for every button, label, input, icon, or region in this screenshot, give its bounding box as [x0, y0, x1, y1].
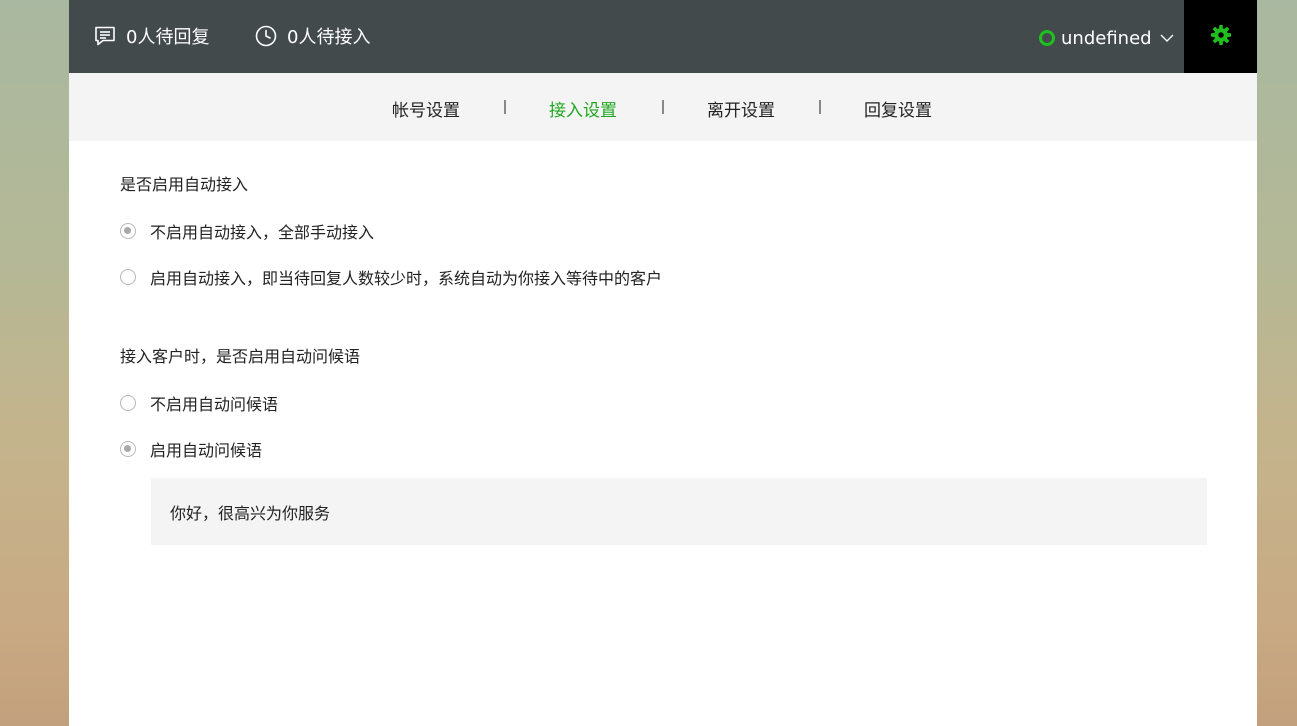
option-label: 启用自动接入，即当待回复人数较少时，系统自动为你接入等待中的客户: [150, 269, 663, 288]
settings-panel: 0人待回复 0人待接入 undefined 帐号设置 接入设置 离开设置 回复设…: [69, 0, 1257, 726]
tab-reply-settings[interactable]: 回复设置: [864, 96, 932, 121]
online-status-icon: [1039, 30, 1055, 46]
option-label: 不启用自动问候语: [150, 395, 279, 414]
radio-button[interactable]: [120, 395, 136, 411]
auto-access-option-enable[interactable]: 启用自动接入，即当待回复人数较少时，系统自动为你接入等待中的客户: [120, 265, 662, 289]
option-label: 不启用自动接入，全部手动接入: [150, 223, 375, 242]
pending-reply-label: 0人待回复: [126, 27, 210, 48]
user-menu-dropdown[interactable]: undefined: [1039, 26, 1174, 50]
tab-leave-settings[interactable]: 离开设置: [707, 96, 775, 121]
radio-button[interactable]: [120, 441, 136, 457]
tab-divider: [504, 100, 506, 114]
auto-access-option-disable[interactable]: 不启用自动接入，全部手动接入: [120, 219, 374, 243]
pending-reply-counter[interactable]: 0人待回复: [93, 24, 209, 48]
settings-button[interactable]: [1184, 0, 1257, 73]
auto-greeting-option-enable[interactable]: 启用自动问候语: [120, 437, 262, 461]
chat-message-icon: [93, 24, 117, 48]
settings-tabs: 帐号设置 接入设置 离开设置 回复设置: [69, 73, 1257, 141]
clock-icon: [254, 24, 278, 48]
option-label: 启用自动问候语: [150, 441, 263, 460]
auto-greeting-title: 接入客户时，是否启用自动问候语: [120, 347, 361, 366]
radio-button[interactable]: [120, 223, 136, 239]
auto-access-title: 是否启用自动接入: [120, 175, 249, 194]
pending-access-label: 0人待接入: [287, 27, 371, 48]
tab-divider: [662, 100, 664, 114]
radio-button[interactable]: [120, 269, 136, 285]
tab-divider: [819, 100, 821, 114]
tab-account-settings[interactable]: 帐号设置: [392, 96, 460, 121]
greeting-text: 你好，很高兴为你服务: [170, 503, 331, 523]
gear-icon: [1210, 24, 1232, 50]
chevron-down-icon: [1160, 31, 1174, 45]
pending-access-counter[interactable]: 0人待接入: [254, 24, 370, 48]
greeting-text-field[interactable]: 你好，很高兴为你服务: [151, 478, 1207, 545]
tab-access-settings[interactable]: 接入设置: [549, 96, 617, 121]
auto-greeting-option-disable[interactable]: 不启用自动问候语: [120, 391, 278, 415]
top-bar: 0人待回复 0人待接入 undefined: [69, 0, 1257, 73]
username-label: undefined: [1061, 27, 1152, 49]
